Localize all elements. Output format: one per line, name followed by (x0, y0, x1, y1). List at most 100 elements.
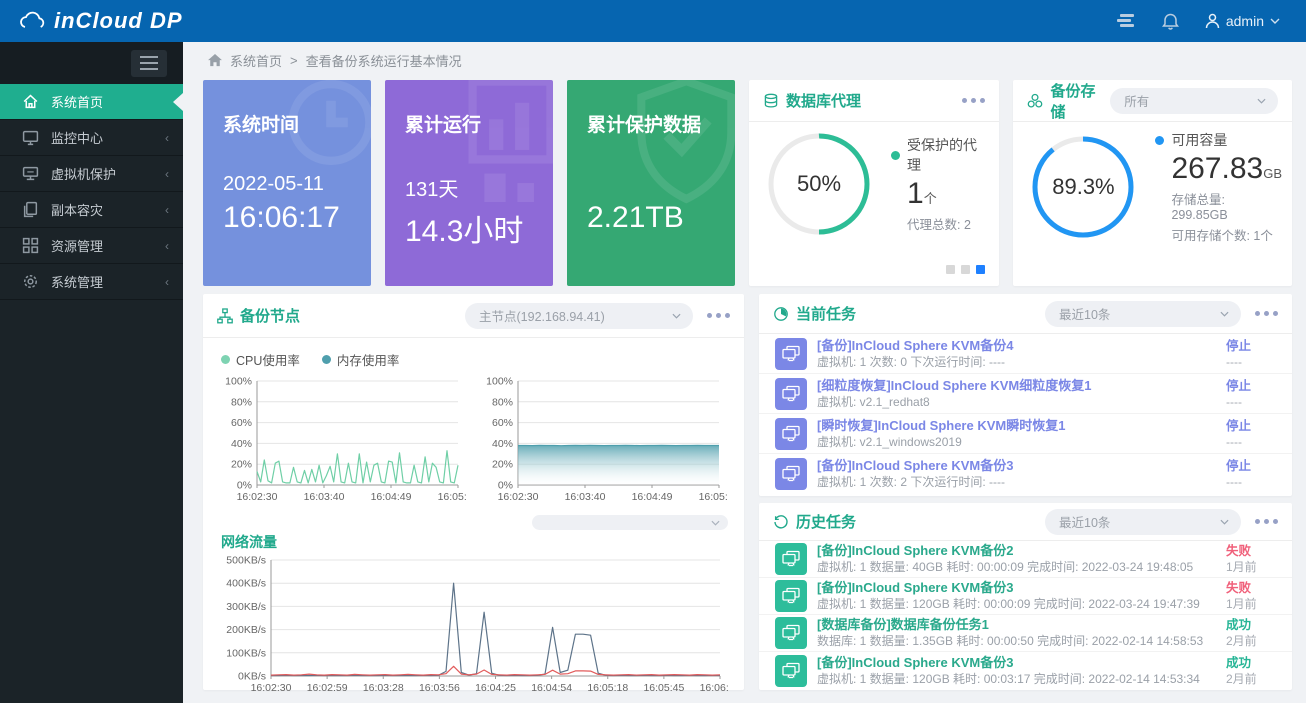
svg-text:16:04:54: 16:04:54 (531, 682, 572, 694)
card-value-time: 16:06:17 (223, 201, 371, 235)
storage-filter-select[interactable]: 所有 (1110, 88, 1278, 114)
node-selector[interactable]: 主节点(192.168.94.41) (465, 303, 693, 329)
storage-filter-value: 所有 (1124, 91, 1149, 110)
logo-text: inCloud DP (54, 8, 183, 34)
svg-text:0%: 0% (237, 480, 252, 492)
svg-text:40%: 40% (492, 438, 513, 450)
app-header: inCloud DP admin (0, 0, 1306, 42)
db-agent-total: 代理总数: 2 (907, 214, 989, 233)
db-agent-donut: 50% (765, 130, 873, 238)
network-traffic-chart: 500KB/s400KB/s300KB/s200KB/s100KB/s0KB/s… (219, 554, 728, 700)
task-time: ---- (1226, 435, 1242, 449)
carousel-dot-active[interactable] (976, 265, 985, 274)
card-title: 累计运行 (405, 110, 553, 137)
svg-text:100%: 100% (486, 376, 513, 388)
task-row[interactable]: [瞬时恢复]InCloud Sphere KVM瞬时恢复1虚拟机: v2.1_w… (759, 414, 1292, 454)
card-value-hours: 14.3小时 (405, 206, 553, 250)
task-status: 停止 (1226, 459, 1251, 473)
more-icon[interactable] (1255, 311, 1278, 316)
more-icon[interactable] (1255, 519, 1278, 524)
sidebar-item-resource-mgmt[interactable]: 资源管理 ‹ (0, 228, 183, 264)
svg-text:16:04:49: 16:04:49 (632, 491, 673, 503)
task-time: 2月前 (1226, 634, 1257, 648)
sidebar-item-monitor-center[interactable]: 监控中心 ‹ (0, 120, 183, 156)
svg-text:16:06:09: 16:06:09 (700, 682, 728, 694)
legend-memory-label: 内存使用率 (337, 350, 400, 369)
task-title[interactable]: [备份]InCloud Sphere KVM备份2 (817, 543, 1013, 558)
history-tasks-filter-value: 最近10条 (1059, 512, 1110, 531)
svg-text:16:05:52: 16:05:52 (438, 491, 466, 503)
storage-legend: 可用容量 (1171, 130, 1227, 150)
task-row[interactable]: [备份]InCloud Sphere KVM备份3 虚拟机: 1 数据量: 120… (759, 652, 1292, 689)
svg-text:500KB/s: 500KB/s (226, 555, 266, 567)
task-status: 成功 (1226, 656, 1251, 670)
chevron-down-icon (1204, 311, 1229, 317)
svg-text:16:02:30: 16:02:30 (251, 682, 292, 694)
task-title[interactable]: [细粒度恢复]InCloud Sphere KVM细粒度恢复1 (817, 378, 1091, 393)
legend-dot-memory (322, 355, 331, 364)
carousel-dots (946, 265, 985, 274)
svg-text:16:04:25: 16:04:25 (475, 682, 516, 694)
storage-capacity: 267.83 (1171, 152, 1263, 185)
task-title[interactable]: [备份]InCloud Sphere KVM备份3 (817, 458, 1013, 473)
task-subtitle: 虚拟机: 1 数据量: 120GB 耗时: 00:03:17 完成时间: 202… (817, 672, 1200, 686)
sidebar-item-vm-protect[interactable]: 虚拟机保护 ‹ (0, 156, 183, 192)
task-status: 停止 (1226, 419, 1251, 433)
sidebar-item-system-mgmt[interactable]: 系统管理 ‹ (0, 264, 183, 300)
card-uptime: 累计运行 131天 14.3小时 (385, 80, 553, 286)
panel-title: 备份存储 (1050, 80, 1110, 122)
card-value-days: 131天 (405, 173, 553, 202)
carousel-dot[interactable] (946, 265, 955, 274)
carousel-dot[interactable] (961, 265, 970, 274)
server-rack-icon[interactable] (1116, 13, 1136, 29)
svg-text:60%: 60% (231, 417, 252, 429)
user-icon (1205, 13, 1220, 29)
task-title[interactable]: [备份]InCloud Sphere KVM备份3 (817, 655, 1013, 670)
task-row[interactable]: [备份]InCloud Sphere KVM备份4虚拟机: 1 次数: 0 下次… (759, 334, 1292, 374)
task-title[interactable]: [数据库备份]数据库备份任务1 (817, 617, 989, 632)
vm-task-icon (775, 378, 807, 410)
svg-text:16:03:56: 16:03:56 (419, 682, 460, 694)
breadcrumb-current: 查看备份系统运行基本情况 (306, 51, 462, 70)
database-icon (763, 93, 779, 109)
task-title[interactable]: [备份]InCloud Sphere KVM备份3 (817, 580, 1013, 595)
more-icon[interactable] (962, 98, 985, 103)
sidebar-item-replica-dr[interactable]: 副本容灾 ‹ (0, 192, 183, 228)
task-title[interactable]: [备份]InCloud Sphere KVM备份4 (817, 338, 1013, 353)
more-icon[interactable] (707, 313, 730, 318)
task-time: 2月前 (1226, 672, 1257, 686)
svg-text:0KB/s: 0KB/s (238, 671, 266, 683)
memory-usage-chart: 100%80%60%40%20%0%16:02:3016:03:4016:04:… (480, 375, 727, 509)
sidebar-item-label: 虚拟机保护 (51, 164, 116, 183)
task-row[interactable]: [备份]InCloud Sphere KVM备份3虚拟机: 1 数据量: 120… (759, 578, 1292, 615)
history-icon (773, 514, 789, 530)
panel-title: 备份节点 (240, 305, 300, 326)
storage-donut: 89.3% (1029, 133, 1137, 241)
panel-current-tasks: 当前任务 最近10条 [备份]InCloud Sphere KVM备份4虚拟机:… (759, 294, 1292, 496)
sidebar-item-label: 监控中心 (51, 128, 103, 147)
user-menu[interactable]: admin (1205, 13, 1280, 29)
svg-text:16:03:28: 16:03:28 (363, 682, 404, 694)
cluster-icon (217, 308, 233, 324)
task-row[interactable]: [细粒度恢复]InCloud Sphere KVM细粒度恢复1虚拟机: v2.1… (759, 374, 1292, 414)
network-interface-select[interactable] (532, 515, 728, 530)
node-chart-legend: CPU使用率 内存使用率 (221, 350, 728, 369)
task-status: 停止 (1226, 379, 1251, 393)
storage-capacity-unit: GB (1263, 166, 1282, 181)
sidebar-item-home[interactable]: 系统首页 (0, 84, 183, 120)
current-tasks-filter[interactable]: 最近10条 (1045, 301, 1241, 327)
menu-toggle-icon[interactable] (131, 50, 167, 77)
task-row[interactable]: [备份]InCloud Sphere KVM备份2虚拟机: 1 数据量: 40G… (759, 541, 1292, 578)
svg-text:16:02:30: 16:02:30 (498, 491, 539, 503)
monitor-icon (22, 129, 39, 146)
breadcrumb-home[interactable]: 系统首页 (230, 51, 282, 70)
history-tasks-filter[interactable]: 最近10条 (1045, 509, 1241, 535)
task-title[interactable]: [瞬时恢复]InCloud Sphere KVM瞬时恢复1 (817, 418, 1065, 433)
task-row[interactable]: [备份]InCloud Sphere KVM备份3虚拟机: 1 次数: 2 下次… (759, 454, 1292, 494)
panel-backup-node: 备份节点 主节点(192.168.94.41) CPU使用率 内存使用率 100… (203, 294, 744, 690)
sidebar-item-label: 系统管理 (51, 272, 103, 291)
panel-title: 当前任务 (796, 303, 856, 324)
task-row[interactable]: [数据库备份]数据库备份任务1数据库: 1 数据量: 1.35GB 耗时: 00… (759, 615, 1292, 652)
node-selector-value: 主节点(192.168.94.41) (479, 306, 605, 325)
bell-icon[interactable] (1162, 12, 1179, 30)
